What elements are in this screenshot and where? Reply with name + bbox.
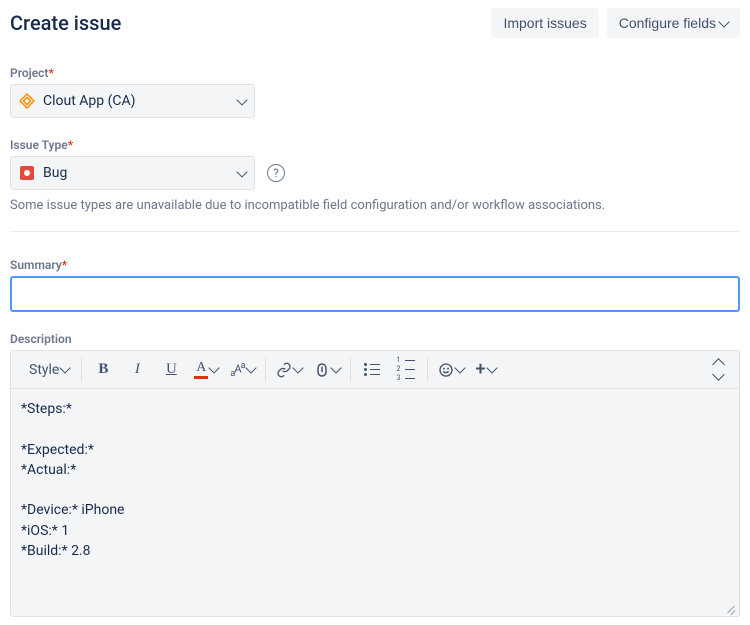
configure-fields-label: Configure fields (619, 15, 716, 31)
issue-type-helper: Some issue types are unavailable due to … (10, 198, 740, 213)
configure-fields-button[interactable]: Configure fields (607, 8, 740, 38)
chevron-down-icon (236, 166, 247, 177)
editor-toolbar: Style B I U A aAa (11, 351, 739, 389)
chevron-down-icon (60, 362, 71, 373)
more-format-button[interactable]: aAa (224, 355, 260, 385)
issue-type-label: Issue Type* (10, 138, 740, 152)
issue-type-value: Bug (43, 165, 232, 181)
style-dropdown[interactable]: Style (19, 355, 77, 385)
import-issues-label: Import issues (503, 15, 586, 31)
help-icon[interactable]: ? (267, 164, 285, 182)
chevron-down-icon (454, 362, 465, 373)
emoji-button[interactable] (432, 355, 470, 385)
text-color-button[interactable]: A (188, 355, 224, 385)
chevron-down-icon (245, 362, 256, 373)
chevron-down-icon (486, 362, 497, 373)
chevron-down-icon (236, 94, 247, 105)
numbered-list-button[interactable]: 123 (389, 355, 423, 385)
collapse-icon (714, 360, 723, 379)
summary-input[interactable] (10, 276, 740, 312)
project-icon (19, 93, 35, 109)
divider (10, 231, 740, 232)
page-title: Create issue (10, 11, 121, 35)
import-issues-button[interactable]: Import issues (491, 8, 598, 38)
chevron-down-icon (718, 16, 729, 27)
bold-button[interactable]: B (86, 355, 120, 385)
description-label: Description (10, 332, 740, 346)
insert-more-button[interactable]: + (470, 355, 502, 385)
chevron-down-icon (292, 362, 303, 373)
underline-button[interactable]: U (154, 355, 188, 385)
issue-type-select[interactable]: Bug (10, 156, 255, 190)
bug-icon (19, 165, 35, 181)
project-label: Project* (10, 66, 740, 80)
bullet-list-button[interactable] (355, 355, 389, 385)
project-value: Clout App (CA) (43, 93, 232, 109)
chevron-down-icon (330, 362, 341, 373)
chevron-down-icon (209, 362, 220, 373)
attachment-button[interactable] (308, 355, 346, 385)
italic-button[interactable]: I (120, 355, 154, 385)
summary-label: Summary* (10, 258, 740, 272)
resize-handle[interactable] (725, 602, 737, 614)
description-editor[interactable]: *Steps:* *Expected:* *Actual:* *Device:*… (11, 389, 739, 616)
link-button[interactable] (270, 355, 308, 385)
project-select[interactable]: Clout App (CA) (10, 84, 255, 118)
collapse-toolbar-button[interactable] (701, 355, 735, 385)
